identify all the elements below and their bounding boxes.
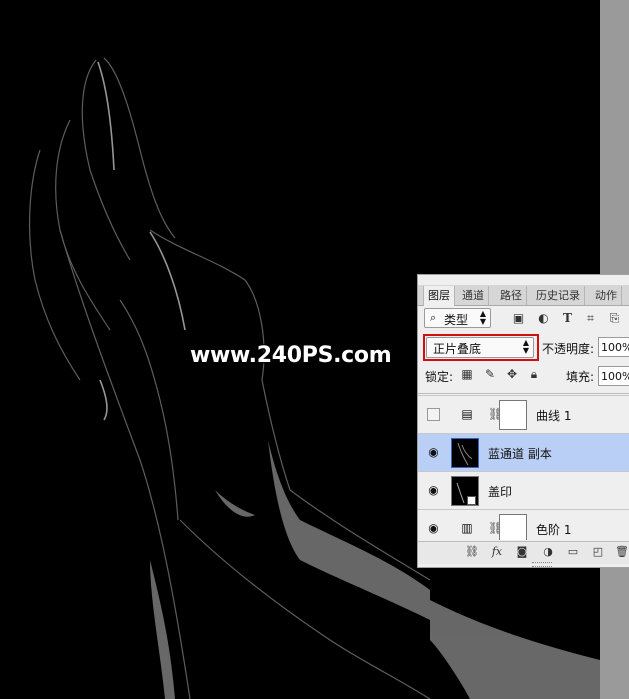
type-filter-icon[interactable]: T (561, 312, 574, 325)
layer-name[interactable]: 色阶 1 (536, 521, 571, 538)
blend-mode-highlight-box (423, 334, 539, 361)
layer-mask-thumbnail[interactable] (499, 400, 527, 430)
trash-icon[interactable]: 🗑︎ (615, 545, 629, 559)
fill-label: 填充: (566, 370, 595, 384)
tab-channels[interactable]: 通道 (458, 286, 489, 305)
levels-adjustment-icon: ▥ (461, 521, 473, 535)
panel-bottom-bar: ⛓ fx ◙ ◑ ▭ ◰ 🗑︎ (418, 541, 629, 564)
fill-input[interactable]: 100% (598, 366, 629, 386)
layers-panel: 图层 通道 路径 历史记录 动作 ⌕ 类型 ▲ ▼ ▣ ◐ T ⌗ ⎘ 正片叠底 … (417, 274, 629, 568)
layer-name[interactable]: 曲线 1 (536, 407, 571, 424)
layers-list: ▤ ⛓ 曲线 1 ◉ 蓝通道 副本 ◉ 盖印 ◉ ▥ ⛓ 色阶 1 (418, 393, 629, 540)
link-icon[interactable]: ⛓ (465, 545, 479, 559)
opacity-input[interactable]: 100% (598, 337, 629, 357)
tab-history[interactable]: 历史记录 (532, 286, 585, 305)
fx-icon[interactable]: fx (490, 545, 504, 559)
image-filter-icon[interactable]: ▣ (512, 312, 525, 325)
curves-adjustment-icon: ▤ (461, 407, 473, 421)
tab-layers[interactable]: 图层 (423, 286, 455, 306)
lock-label: 锁定: (425, 370, 454, 384)
mask-icon[interactable]: ◙ (515, 545, 529, 559)
smart-object-filter-icon[interactable]: ⎘ (608, 312, 621, 325)
adjustment-icon[interactable]: ◑ (541, 545, 555, 559)
layer-row[interactable]: ▤ ⛓ 曲线 1 (418, 396, 629, 434)
search-icon: ⌕ (430, 311, 437, 324)
visibility-toggle-off[interactable] (427, 408, 440, 421)
layer-row[interactable]: ◉ ▥ ⛓ 色阶 1 (418, 510, 629, 540)
resize-grip[interactable] (532, 562, 552, 567)
shape-filter-icon[interactable]: ⌗ (584, 312, 597, 325)
new-layer-icon[interactable]: ◰ (591, 545, 605, 559)
tab-paths[interactable]: 路径 (496, 286, 527, 305)
panel-tab-bar: 图层 通道 路径 历史记录 动作 (418, 285, 629, 306)
layer-name[interactable]: 蓝通道 副本 (488, 445, 552, 462)
smart-object-badge-icon (467, 496, 476, 505)
lock-all-icon[interactable]: 🔒︎ (527, 367, 541, 381)
adjustment-filter-icon[interactable]: ◐ (537, 312, 550, 325)
layer-row[interactable]: ◉ 盖印 (418, 472, 629, 510)
tab-actions[interactable]: 动作 (591, 286, 622, 305)
layer-name[interactable]: 盖印 (488, 483, 512, 500)
opacity-label: 不透明度: (542, 342, 595, 356)
layer-row-selected[interactable]: ◉ 蓝通道 副本 (418, 434, 629, 472)
layer-thumbnail[interactable] (451, 438, 479, 468)
lock-transparent-icon[interactable]: ▦ (460, 367, 474, 381)
eye-icon[interactable]: ◉ (427, 522, 440, 535)
layer-filter-label: 类型 (444, 313, 469, 327)
folder-icon[interactable]: ▭ (566, 545, 580, 559)
layer-filter-select[interactable]: ⌕ 类型 ▲ ▼ (424, 308, 491, 328)
select-arrows-icon: ▲ ▼ (479, 309, 486, 326)
eye-icon[interactable]: ◉ (427, 484, 440, 497)
hand-thumbnail-art (457, 442, 473, 466)
lock-paint-icon[interactable]: ✎ (483, 367, 497, 381)
eye-icon[interactable]: ◉ (427, 446, 440, 459)
lock-position-icon[interactable]: ✥ (505, 367, 519, 381)
watermark-text: www.240PS.com (190, 343, 392, 368)
layer-mask-thumbnail[interactable] (499, 514, 527, 540)
